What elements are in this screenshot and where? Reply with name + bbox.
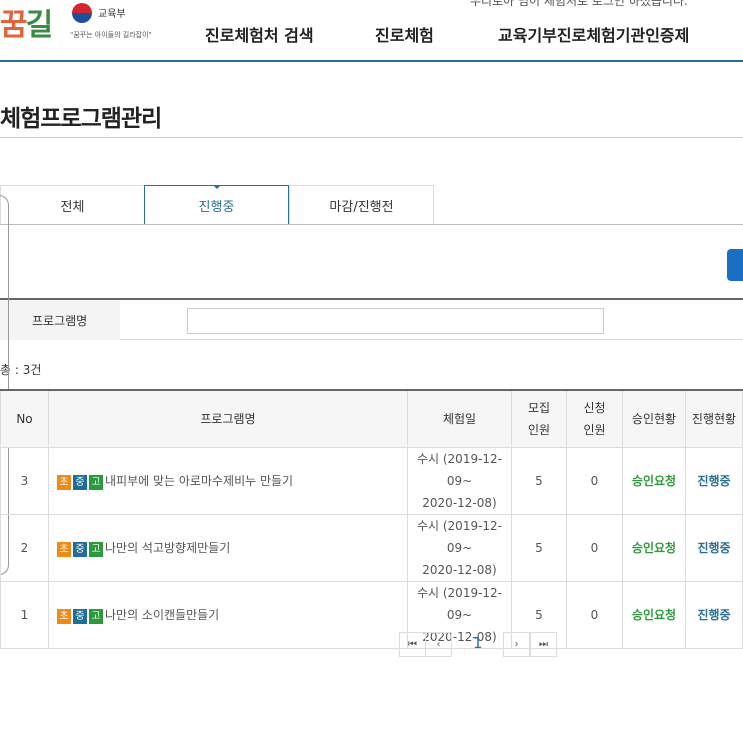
first-page-button[interactable]: ⏮ [399,632,426,657]
row-no: 3 [0,446,49,515]
date-end: 2020-12-08) [422,495,497,510]
row-progress: 진행중 [685,580,743,649]
program-link[interactable]: 나만의 소이캔들만들기 [105,608,219,622]
table-row[interactable]: 2 초 중 고 나만의 석고방향제만들기 수시 (2019-12-09~ 2020-12… [0,513,743,582]
table-row[interactable]: 3 초 중 고 내피부에 맞는 아로마수제비누 만들기 수시 (2019-12-09~… [0,446,743,515]
login-status: 우리로아 님이 체험처로 로그인 하셨습니다. [470,0,688,8]
ministry-label: 교육부 [98,9,126,20]
table-row[interactable]: 1 초 중 고 나만의 소이캔들만들기 수시 (2019-12-09~ 2020-12-… [0,580,743,649]
logo[interactable]: 꿈길 [0,0,53,44]
row-applied: 0 [566,446,623,515]
header-divider [0,60,743,62]
row-date: 수시 (2019-12-09~ 2020-12-08) [407,513,512,582]
current-page[interactable]: 1 [473,634,483,652]
program-link[interactable]: 나만의 석고방향제만들기 [105,541,230,555]
col-name: 프로그램명 [48,389,408,448]
grade-badge: 고 [89,608,103,624]
col-recruit: 모집 인원 [511,389,567,448]
col-progress: 진행현황 [685,389,743,448]
grade-badge: 초 [57,608,71,624]
nav-certification[interactable]: 교육기부진로체험기관인증제 [498,22,689,46]
row-name-cell: 초 중 고 내피부에 맞는 아로마수제비누 만들기 [48,446,408,515]
row-progress: 진행중 [685,446,743,515]
grade-badge: 초 [57,474,71,490]
row-no: 1 [0,580,49,649]
row-approval: 승인요청 [622,446,686,515]
grade-badge: 중 [73,541,87,557]
row-date: 수시 (2019-12-09~ 2020-12-08) [407,446,512,515]
grade-badge: 고 [89,541,103,557]
tab-in-progress[interactable]: 진행중 [144,185,289,225]
program-link[interactable]: 내피부에 맞는 아로마수제비누 만들기 [105,474,293,488]
row-applied: 0 [566,513,623,582]
row-name-cell: 초 중 고 나만의 소이캔들만들기 [48,580,408,649]
program-name-input[interactable] [187,308,604,334]
col-no: No [0,389,49,448]
row-approval: 승인요청 [622,513,686,582]
row-progress: 진행중 [685,513,743,582]
prev-page-button[interactable]: ‹ [425,632,452,657]
title-divider [0,137,743,138]
search-row: 프로그램명 [0,298,743,340]
date-start: 수시 (2019-12-09~ [416,518,503,555]
date-start: 수시 (2019-12-09~ [416,585,503,622]
row-approval: 승인요청 [622,580,686,649]
tab-all[interactable]: 전체 [0,185,145,225]
slogan: "꿈꾸는 아이들의 길라잡이" [70,31,152,39]
date-end: 2020-12-08) [422,562,497,577]
col-approval: 승인현황 [622,389,686,448]
tab-divider [0,224,743,225]
register-button[interactable] [727,249,743,281]
grade-badge: 중 [73,474,87,490]
government-emblem-icon [72,3,92,23]
tab-closed[interactable]: 마감/진행전 [289,185,434,225]
program-table: No 프로그램명 체험일 모집 인원 신청 인원 승인현황 진행현황 3 초중고… [0,389,743,649]
nav-experience[interactable]: 진로체험 [375,22,434,46]
search-label: 프로그램명 [0,300,120,340]
page-title: 체험프로그램관리 [0,106,162,132]
row-no: 2 [0,513,49,582]
grade-badge: 초 [57,541,71,557]
col-date: 체험일 [407,389,512,448]
date-start: 수시 (2019-12-09~ [416,451,503,488]
row-recruit: 5 [511,513,567,582]
grade-badge: 중 [73,608,87,624]
next-page-button[interactable]: › [503,632,530,657]
row-applied: 0 [566,580,623,649]
last-page-button[interactable]: ⏭ [530,632,557,657]
row-recruit: 5 [511,446,567,515]
nav-search[interactable]: 진로체험처 검색 [205,22,314,46]
grade-badge: 고 [89,474,103,490]
row-name-cell: 초 중 고 나만의 석고방향제만들기 [48,513,408,582]
col-applied: 신청 인원 [566,389,623,448]
